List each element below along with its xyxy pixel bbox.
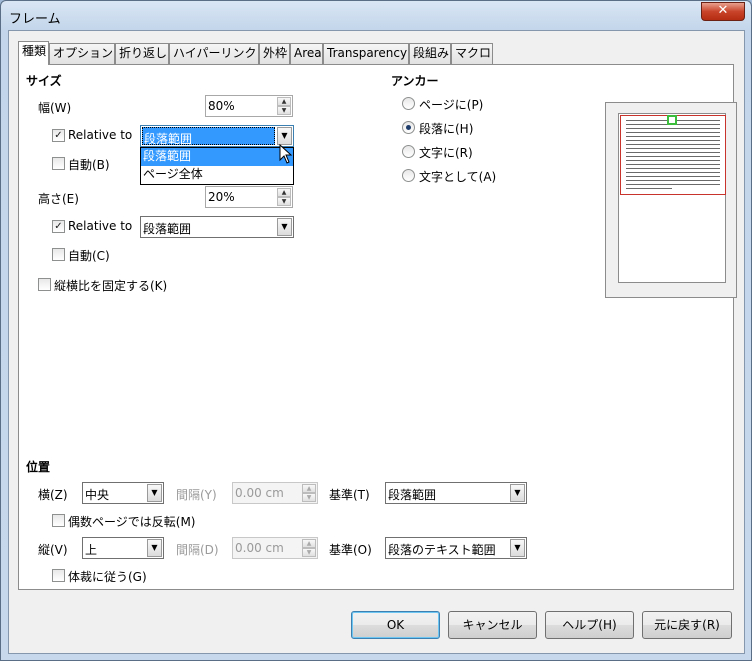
preview-page	[618, 113, 726, 283]
tab-transparency[interactable]: Transparency	[323, 43, 409, 64]
width-auto-label: 自動(B)	[68, 158, 110, 172]
width-label: 幅(W)	[38, 101, 72, 115]
width-value: 80%	[208, 99, 235, 113]
mirror-checkbox[interactable]	[52, 514, 65, 527]
height-relative-label: Relative to	[68, 219, 133, 233]
anchor-page-radio[interactable]	[402, 97, 415, 110]
spin-down-icon[interactable]: ▼	[302, 493, 316, 502]
anchor-heading: アンカー	[391, 74, 439, 88]
width-relative-label: Relative to	[68, 128, 133, 142]
h-spacing-spinbox[interactable]: 0.00 cm ▲ ▼	[232, 482, 318, 504]
height-relative-value: 段落範囲	[143, 222, 192, 236]
v-base-value: 段落のテキスト範囲	[388, 543, 496, 557]
vertical-label: 縦(V)	[38, 543, 68, 557]
spin-down-icon[interactable]: ▼	[277, 197, 291, 206]
horizontal-combo[interactable]: 中央 ▼	[82, 482, 164, 504]
width-relative-dropdown: 段落範囲 ページ全体	[140, 147, 294, 185]
h-base-combo[interactable]: 段落範囲 ▼	[385, 482, 527, 504]
size-heading: サイズ	[26, 74, 62, 88]
title-bar[interactable]: フレーム ✕	[1, 1, 751, 31]
close-icon: ✕	[717, 3, 729, 18]
horizontal-value: 中央	[85, 488, 110, 502]
dropdown-option-paragraph[interactable]: 段落範囲	[141, 148, 293, 166]
anchor-page-label: ページに(P)	[419, 98, 484, 112]
close-button[interactable]: ✕	[701, 2, 745, 21]
tab-wrap[interactable]: 折り返し	[115, 43, 169, 64]
anchor-character-label: 文字に(R)	[419, 146, 473, 160]
tab-area[interactable]: Area	[290, 43, 323, 64]
height-relative-checkbox[interactable]: ✓	[52, 220, 65, 233]
mirror-label: 偶数ページでは反転(M)	[68, 515, 196, 529]
anchor-as-character-radio[interactable]	[402, 169, 415, 182]
h-spacing-value: 0.00 cm	[235, 486, 284, 500]
spin-up-icon[interactable]: ▲	[302, 539, 316, 548]
cancel-button[interactable]: キャンセル	[448, 611, 537, 639]
spin-up-icon[interactable]: ▲	[277, 188, 291, 197]
height-auto-checkbox[interactable]	[52, 248, 65, 261]
height-auto-label: 自動(C)	[68, 249, 110, 263]
anchor-paragraph-radio[interactable]	[402, 121, 415, 134]
mouse-cursor-icon	[279, 144, 293, 164]
keep-ratio-checkbox[interactable]	[38, 278, 51, 291]
width-spinbox[interactable]: 80% ▲ ▼	[205, 95, 293, 117]
tab-macro[interactable]: マクロ	[451, 43, 493, 64]
follow-label: 体裁に従う(G)	[68, 570, 147, 584]
tab-columns[interactable]: 段組み	[409, 43, 451, 64]
ok-button[interactable]: OK	[351, 611, 440, 639]
chevron-down-icon[interactable]: ▼	[147, 539, 162, 557]
spin-up-icon[interactable]: ▲	[277, 97, 291, 106]
vertical-value: 上	[85, 543, 98, 557]
checkmark-icon: ✓	[54, 221, 63, 232]
tab-options[interactable]: オプション	[49, 43, 115, 64]
width-relative-checkbox[interactable]: ✓	[52, 129, 65, 142]
v-spacing-spinbox[interactable]: 0.00 cm ▲ ▼	[232, 537, 318, 559]
chevron-down-icon[interactable]: ▼	[510, 484, 525, 502]
keep-ratio-label: 縦横比を固定する(K)	[54, 279, 168, 293]
h-base-value: 段落範囲	[388, 488, 437, 502]
height-relative-combo[interactable]: 段落範囲 ▼	[140, 216, 294, 238]
anchor-character-radio[interactable]	[402, 145, 415, 158]
tab-borders[interactable]: 外枠	[259, 43, 290, 64]
chevron-down-icon[interactable]: ▼	[510, 539, 525, 557]
horizontal-label: 横(Z)	[38, 488, 68, 502]
h-spacing-label: 間隔(Y)	[176, 488, 217, 502]
chevron-down-icon[interactable]: ▼	[147, 484, 162, 502]
width-auto-checkbox[interactable]	[52, 157, 65, 170]
tab-type[interactable]: 種類	[18, 41, 49, 65]
dropdown-option-page[interactable]: ページ全体	[141, 166, 293, 184]
position-preview	[605, 102, 737, 298]
width-relative-value: 段落範囲	[142, 127, 275, 146]
chevron-down-icon[interactable]: ▼	[277, 127, 292, 145]
anchor-paragraph-label: 段落に(H)	[419, 122, 474, 136]
anchor-marker-icon	[667, 115, 677, 125]
spin-down-icon[interactable]: ▼	[277, 106, 291, 115]
height-value: 20%	[208, 190, 235, 204]
h-base-label: 基準(T)	[329, 488, 370, 502]
tab-hyperlink[interactable]: ハイパーリンク	[169, 43, 259, 64]
type-tab-panel: サイズ 幅(W) 80% ▲ ▼ ✓ Relative to 段落範囲 ▼ 段落…	[18, 64, 737, 590]
v-spacing-label: 間隔(D)	[176, 543, 219, 557]
width-relative-combo[interactable]: 段落範囲 ▼	[140, 125, 294, 147]
spin-down-icon[interactable]: ▼	[302, 548, 316, 557]
frame-dialog: フレーム ✕ 種類 オプション 折り返し ハイパーリンク 外枠 Area Tra…	[0, 0, 752, 661]
height-spinbox[interactable]: 20% ▲ ▼	[205, 186, 293, 208]
spin-up-icon[interactable]: ▲	[302, 484, 316, 493]
chevron-down-icon[interactable]: ▼	[277, 218, 292, 236]
anchor-as-character-label: 文字として(A)	[419, 170, 497, 184]
v-base-combo[interactable]: 段落のテキスト範囲 ▼	[385, 537, 527, 559]
checkmark-icon: ✓	[54, 130, 63, 141]
dialog-title: フレーム	[9, 12, 61, 27]
help-button[interactable]: ヘルプ(H)	[545, 611, 634, 639]
v-spacing-value: 0.00 cm	[235, 541, 284, 555]
preview-frame	[620, 115, 726, 195]
reset-button[interactable]: 元に戻す(R)	[642, 611, 732, 639]
v-base-label: 基準(O)	[329, 543, 372, 557]
height-label: 高さ(E)	[38, 192, 79, 206]
dialog-body: 種類 オプション 折り返し ハイパーリンク 外枠 Area Transparen…	[8, 30, 745, 654]
follow-checkbox[interactable]	[52, 569, 65, 582]
vertical-combo[interactable]: 上 ▼	[82, 537, 164, 559]
position-heading: 位置	[26, 460, 51, 474]
